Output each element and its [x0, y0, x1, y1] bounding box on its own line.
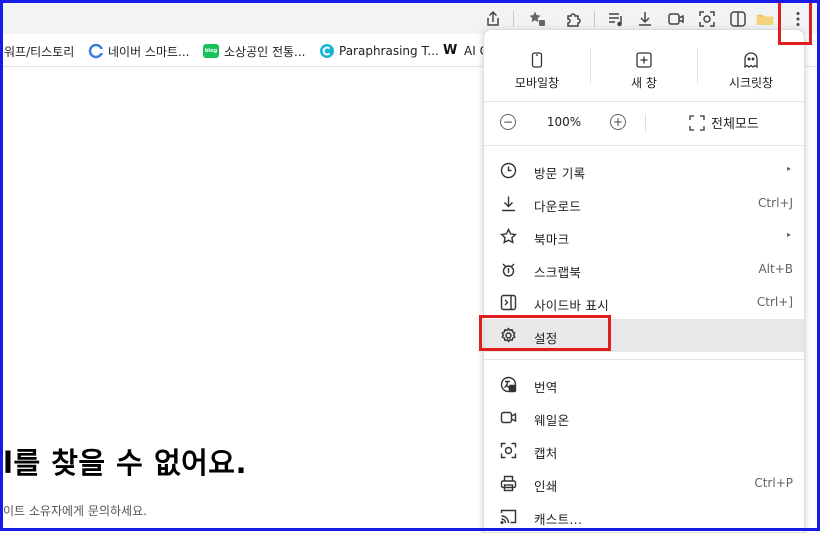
menu-item-label: 번역 — [534, 380, 558, 395]
star-icon — [500, 227, 517, 244]
share-icon[interactable] — [480, 7, 506, 31]
folder-icon[interactable] — [752, 7, 778, 31]
menu-item-shortcut: Alt+B — [758, 262, 793, 276]
submenu-arrow-icon: ▸ — [786, 230, 791, 239]
menu-item-label: 다운로드 — [534, 199, 582, 214]
settings-highlight — [479, 315, 611, 351]
w-logo-icon: W — [443, 43, 458, 58]
menu-item-capture[interactable]: 캡처 — [484, 434, 804, 467]
mobile-window-button[interactable]: 모바일창 — [484, 44, 590, 94]
bookmark-label: 소상공인 전통... — [224, 44, 306, 59]
quillbot-logo-icon — [320, 44, 334, 58]
menu-item-downloads[interactable]: 다운로드 Ctrl+J — [484, 187, 804, 220]
menu-item-cast[interactable]: 캐스트... — [484, 500, 804, 532]
bookmark-star-icon[interactable] — [524, 7, 550, 31]
menu-top-label: 시크릿창 — [728, 76, 774, 90]
fullscreen-button[interactable]: 전체모드 — [689, 113, 759, 132]
bookmark-label: Paraphrasing T... — [339, 44, 439, 58]
more-button-highlight — [778, 0, 812, 45]
printer-icon — [500, 475, 517, 492]
menu-item-label: 방문 기록 — [534, 166, 586, 181]
bookmark-item[interactable]: 네이버 스마트... — [88, 42, 190, 60]
menu-item-label: 사이드바 표시 — [534, 298, 610, 313]
menu-item-translate[interactable]: 번역 — [484, 368, 804, 401]
clock-icon — [500, 162, 517, 179]
bookmark-item[interactable]: 워프/티스토리 — [4, 42, 74, 60]
menu-item-whaleon[interactable]: 웨일온 — [484, 401, 804, 434]
download-icon[interactable] — [632, 7, 658, 31]
bookmark-label: 워프/티스토리 — [4, 44, 75, 59]
translate-icon — [500, 376, 517, 393]
submenu-arrow-icon: ▸ — [786, 164, 791, 173]
menu-top-label: 새 창 — [631, 76, 657, 90]
extensions-icon[interactable] — [561, 7, 587, 31]
bookmark-item[interactable]: blog 소상공인 전통... — [203, 42, 306, 60]
zoom-level: 100% — [546, 115, 582, 129]
page-subtext: 이트 소유자에게 문의하세요. — [3, 504, 147, 518]
sidebar-icon[interactable] — [725, 7, 751, 31]
menu-top-actions: 모바일창 새 창 시크릿창 — [484, 30, 804, 100]
fullscreen-icon — [689, 114, 705, 131]
bookmark-label: 네이버 스마트... — [108, 44, 190, 59]
menu-item-print[interactable]: 인쇄 Ctrl+P — [484, 467, 804, 500]
video-call-icon — [500, 411, 517, 424]
scrapbook-icon — [502, 263, 515, 277]
page-heading: l를 찾을 수 없어요. — [3, 446, 248, 480]
bookmark-item[interactable]: W AI C — [443, 42, 488, 60]
menu-item-label: 북마크 — [534, 232, 570, 247]
incognito-window-button[interactable]: 시크릿창 — [698, 44, 804, 94]
new-window-button[interactable]: 새 창 — [591, 44, 697, 94]
zoom-out-button[interactable]: − — [500, 114, 516, 130]
menu-item-shortcut: Ctrl+P — [754, 476, 793, 490]
menu-item-label: 스크랩북 — [534, 265, 582, 280]
menu-item-label: 인쇄 — [534, 479, 558, 494]
fullscreen-label: 전체모드 — [711, 117, 759, 132]
cast-icon — [500, 509, 517, 524]
menu-item-shortcut: Ctrl+] — [756, 295, 793, 309]
incognito-icon — [744, 52, 758, 69]
menu-item-label: 웨일온 — [534, 413, 570, 428]
zoom-controls: − 100% + 전체모드 — [484, 102, 804, 144]
menu-item-scrapbook[interactable]: 스크랩북 Alt+B — [484, 253, 804, 286]
c-logo-icon — [88, 43, 104, 59]
menu-item-bookmarks[interactable]: 북마크 ▸ — [484, 220, 804, 253]
download-icon — [502, 196, 515, 212]
bookmark-item[interactable]: Paraphrasing T... — [320, 42, 439, 60]
screenshot-icon[interactable] — [694, 7, 720, 31]
sidebar-toggle-icon — [500, 294, 517, 311]
menu-item-label: 캡처 — [534, 446, 558, 461]
browser-menu: 모바일창 새 창 시크릿창 − 100% + 전체모드 방문 기록 ▸ 다운로드… — [483, 29, 805, 533]
menu-item-shortcut: Ctrl+J — [758, 196, 793, 210]
menu-item-history[interactable]: 방문 기록 ▸ — [484, 154, 804, 187]
reading-list-icon[interactable] — [603, 7, 629, 31]
blog-logo-icon: blog — [203, 44, 219, 58]
mobile-icon — [531, 52, 543, 68]
capture-icon — [500, 442, 517, 459]
menu-top-label: 모바일창 — [514, 76, 560, 90]
new-window-icon — [636, 52, 652, 68]
zoom-in-button[interactable]: + — [610, 114, 626, 130]
menu-item-label: 캐스트... — [534, 512, 583, 527]
video-icon[interactable] — [663, 7, 689, 31]
